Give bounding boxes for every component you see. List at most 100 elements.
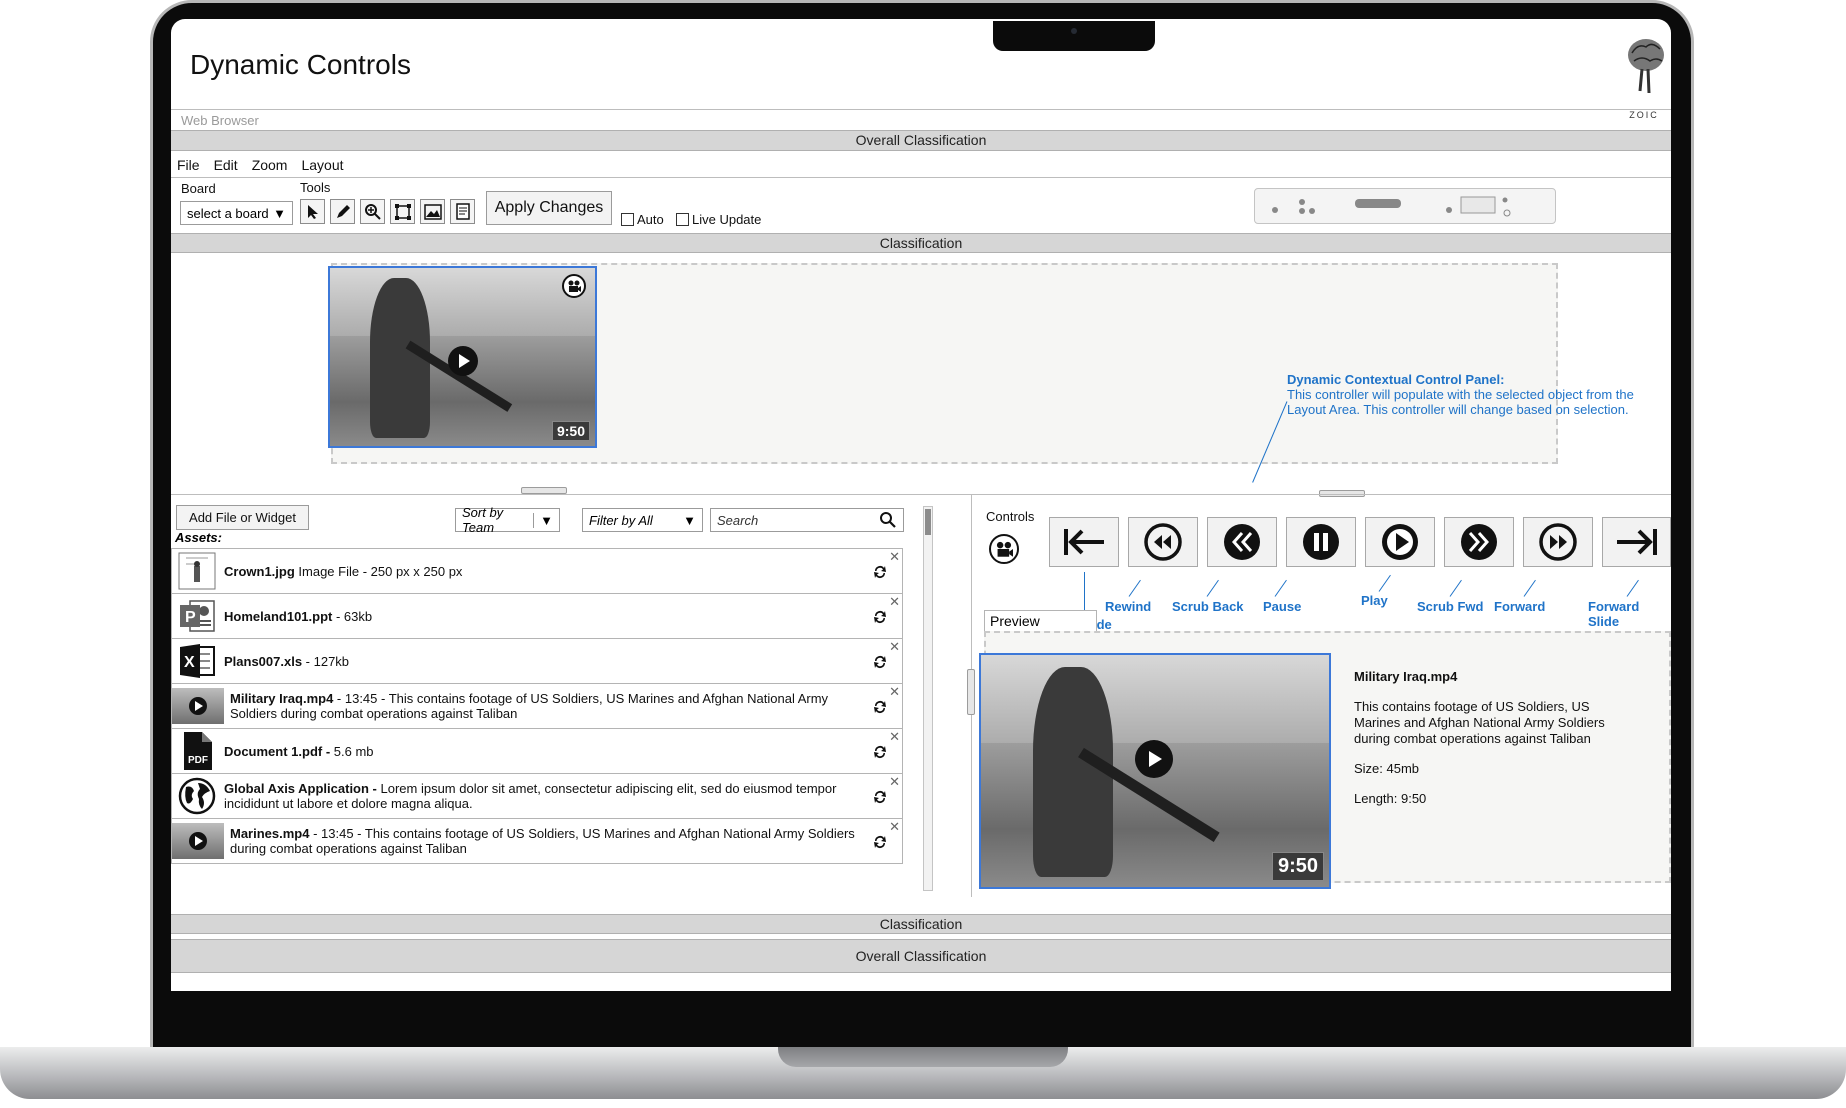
divider xyxy=(171,177,1671,178)
classification-bottom: Classification xyxy=(171,914,1671,934)
horizontal-resize-handle[interactable] xyxy=(521,487,567,494)
menu-layout[interactable]: Layout xyxy=(301,157,343,173)
list-item[interactable]: PDF Document 1.pdf - 5.6 mb ✕ xyxy=(171,728,903,774)
label-arrow xyxy=(1274,579,1287,597)
tool-group xyxy=(300,199,475,224)
list-item[interactable]: Marines.mp4 - 13:45 - This contains foot… xyxy=(171,818,903,864)
list-item[interactable]: P Homeland101.ppt - 63kb ✕ xyxy=(171,593,903,639)
layout-minimap[interactable] xyxy=(1254,188,1556,224)
menu-bar: File Edit Zoom Layout xyxy=(177,157,344,173)
live-update-checkbox-box[interactable] xyxy=(676,213,689,226)
play-label: Play xyxy=(1361,593,1388,608)
play-overlay-icon[interactable] xyxy=(1135,740,1173,778)
play-overlay-icon[interactable] xyxy=(448,346,478,376)
page-title: Dynamic Controls xyxy=(190,49,411,80)
asset-name: Homeland101.ppt xyxy=(224,608,333,624)
close-icon[interactable]: ✕ xyxy=(889,774,900,790)
rewind-button[interactable] xyxy=(1128,517,1198,567)
close-icon[interactable]: ✕ xyxy=(889,594,900,610)
layout-video-widget[interactable]: 9:50 xyxy=(328,266,597,448)
close-icon[interactable]: ✕ xyxy=(889,549,900,565)
asset-name: Plans007.xls xyxy=(224,653,303,669)
document-icon[interactable] xyxy=(450,199,475,224)
live-update-checkbox[interactable]: Live Update xyxy=(676,212,761,227)
camera-notch xyxy=(993,21,1155,51)
scrub-back-button[interactable] xyxy=(1207,517,1277,567)
zoic-logo: ZOIC xyxy=(1621,31,1667,121)
back-slide-icon xyxy=(1064,529,1104,555)
image-icon[interactable] xyxy=(420,199,445,224)
auto-label: Auto xyxy=(637,212,664,227)
refresh-icon[interactable] xyxy=(872,834,888,850)
rewind-icon xyxy=(1144,523,1182,561)
control-panel-annotation: Dynamic Contextual Control Panel: This c… xyxy=(1287,372,1667,417)
pause-button[interactable] xyxy=(1286,517,1356,567)
board-select-value: select a board xyxy=(187,205,269,221)
asset-desc: Image File - 250 px x 250 px xyxy=(294,563,463,579)
asset-name: Marines.mp4 xyxy=(230,826,310,841)
filter-select[interactable]: Filter by All ▼ xyxy=(582,508,703,532)
add-file-or-widget-button[interactable]: Add File or Widget xyxy=(176,505,309,530)
refresh-icon[interactable] xyxy=(872,654,888,670)
dropdown-arrow-icon: ▼ xyxy=(273,205,286,221)
search-input[interactable]: Search xyxy=(710,508,904,532)
scrub-fwd-icon xyxy=(1461,524,1497,560)
apply-changes-button[interactable]: Apply Changes xyxy=(486,191,612,225)
menu-edit[interactable]: Edit xyxy=(214,157,238,173)
preview-window-tab[interactable]: Preview Window xyxy=(984,610,1097,645)
excel-icon: X xyxy=(176,641,218,681)
resize-icon[interactable] xyxy=(390,199,415,224)
forward-slide-button[interactable] xyxy=(1602,517,1671,567)
asset-name: Crown1.jpg xyxy=(224,563,295,579)
close-icon[interactable]: ✕ xyxy=(889,684,900,700)
zoom-icon[interactable] xyxy=(360,199,385,224)
menu-file[interactable]: File xyxy=(177,157,200,173)
video-thumb-icon xyxy=(172,823,224,859)
refresh-icon[interactable] xyxy=(872,744,888,760)
list-item[interactable]: Crown1.jpg Image File - 250 px x 250 px … xyxy=(171,548,903,594)
overall-classification-top: Overall Classification xyxy=(171,130,1671,151)
refresh-icon[interactable] xyxy=(872,699,888,715)
preview-video[interactable]: 9:50 xyxy=(979,653,1331,889)
scrub-back-icon xyxy=(1224,524,1260,560)
pdf-icon: PDF xyxy=(176,731,218,771)
search-icon[interactable] xyxy=(879,511,897,529)
board-select[interactable]: select a board ▼ xyxy=(180,201,293,225)
forward-slide-label: Forward Slide xyxy=(1588,599,1640,629)
tools-label: Tools xyxy=(300,180,331,195)
close-icon[interactable]: ✕ xyxy=(889,819,900,835)
scrollbar-thumb[interactable] xyxy=(925,509,931,535)
list-item[interactable]: Military Iraq.mp4 - 13:45 - This contain… xyxy=(171,683,903,729)
sort-select[interactable]: Sort by Team ▼ xyxy=(455,505,560,535)
assets-scrollbar[interactable] xyxy=(923,506,933,891)
pointer-icon[interactable] xyxy=(300,199,325,224)
sort-select-value: Sort by Team xyxy=(462,505,504,535)
label-arrow xyxy=(1206,579,1219,597)
filter-select-value: Filter by All xyxy=(589,512,653,528)
forward-button[interactable] xyxy=(1523,517,1593,567)
back-slide-button[interactable] xyxy=(1049,517,1119,567)
list-item[interactable]: X Plans007.xls - 127kb ✕ xyxy=(171,638,903,684)
pause-icon xyxy=(1303,524,1339,560)
svg-text:P: P xyxy=(185,609,196,626)
play-button[interactable] xyxy=(1365,517,1435,567)
refresh-icon[interactable] xyxy=(872,564,888,580)
menu-zoom[interactable]: Zoom xyxy=(252,157,288,173)
vertical-resize-handle[interactable] xyxy=(967,669,975,715)
list-item[interactable]: Global Axis Application - Lorem ipsum do… xyxy=(171,773,903,819)
auto-checkbox[interactable]: Auto xyxy=(621,212,664,227)
rewind-label: Rewind xyxy=(1105,599,1152,614)
close-icon[interactable]: ✕ xyxy=(889,639,900,655)
refresh-icon[interactable] xyxy=(872,789,888,805)
asset-desc: 5.6 mb xyxy=(330,743,374,759)
preview-size: Size: 45mb xyxy=(1354,761,1420,776)
auto-checkbox-box[interactable] xyxy=(621,213,634,226)
logo-text: ZOIC xyxy=(1629,110,1659,120)
scrub-fwd-button[interactable] xyxy=(1444,517,1514,567)
annotation-title: Dynamic Contextual Control Panel: xyxy=(1287,372,1505,387)
asset-desc: - 13:45 - This contains footage of US So… xyxy=(230,826,855,856)
close-icon[interactable]: ✕ xyxy=(889,729,900,745)
refresh-icon[interactable] xyxy=(872,609,888,625)
powerpoint-icon: P xyxy=(176,596,218,636)
pencil-icon[interactable] xyxy=(330,199,355,224)
